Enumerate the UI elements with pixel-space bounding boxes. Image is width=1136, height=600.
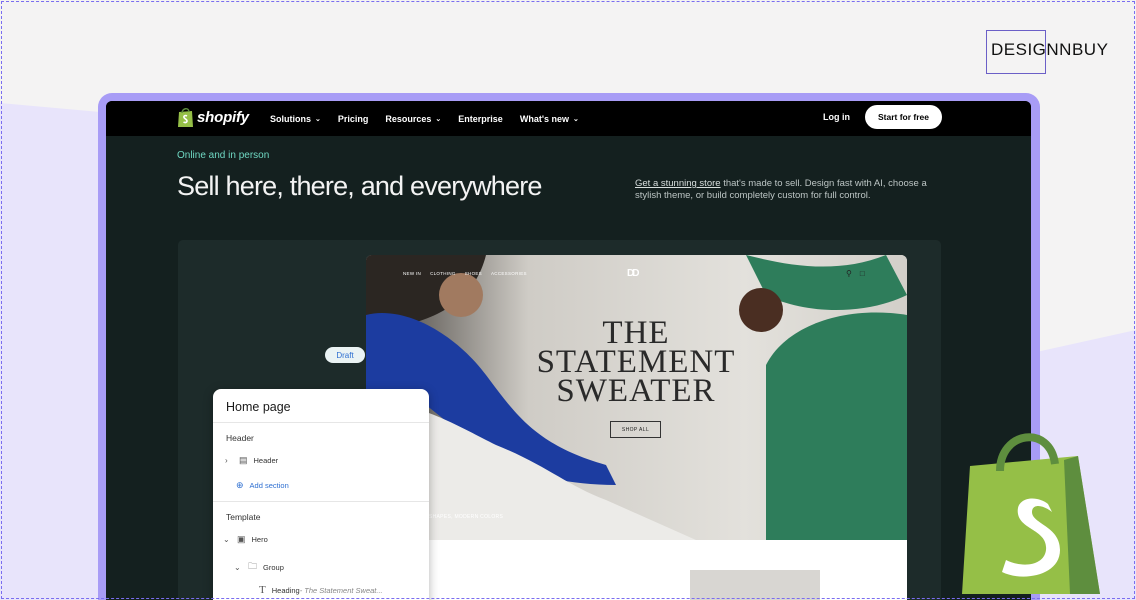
- plus-circle-icon: ⊕: [236, 480, 244, 490]
- section-label-template: Template: [226, 512, 261, 522]
- tree-item-label: Heading: [271, 585, 300, 595]
- tree-item-label: Group: [263, 562, 284, 572]
- divider: [213, 501, 429, 502]
- nav-solutions[interactable]: Solutions ⌄: [270, 114, 321, 124]
- header-layout-icon: ▤: [239, 455, 248, 465]
- text-icon: T: [259, 584, 266, 596]
- store-preview: NEW IN CLOTHING SHOES ACCESSORIES DD ⚲ □…: [366, 255, 907, 600]
- tree-item-hero[interactable]: ⌄ ▣ Hero: [223, 534, 268, 545]
- brand-name: DESIGNNBUY: [991, 40, 1109, 59]
- shopify-wordmark: shopify: [197, 108, 249, 126]
- store-logo[interactable]: DD: [627, 268, 640, 279]
- cart-icon[interactable]: □: [860, 269, 865, 278]
- shopify-bag-icon: [962, 433, 1100, 594]
- nav-enterprise[interactable]: Enterprise: [458, 114, 503, 124]
- draft-badge: Draft: [325, 347, 365, 363]
- store-nav-new-in[interactable]: NEW IN: [403, 271, 421, 276]
- hero-eyebrow: Online and in person: [177, 150, 270, 161]
- search-icon[interactable]: ⚲: [846, 269, 852, 278]
- product-thumbnail: [690, 570, 820, 600]
- store-nav-accessories[interactable]: ACCESSORIES: [491, 271, 527, 276]
- chevron-down-icon: ⌄: [572, 115, 579, 123]
- tree-item-label: Header: [253, 456, 279, 465]
- nav-links: Solutions ⌄ Pricing Resources ⌄ Enterpri…: [270, 101, 579, 136]
- store-headline: THE STATEMENT SWEATER: [531, 317, 741, 409]
- add-section-button[interactable]: ⊕ Add section: [236, 480, 289, 491]
- tree-item-value: - The Statement Sweat...: [299, 585, 383, 595]
- nav-solutions-label: Solutions: [270, 113, 311, 124]
- tree-item-heading[interactable]: T Heading - The Statement Sweat...: [259, 584, 383, 596]
- store-nav: NEW IN CLOTHING SHOES ACCESSORIES: [403, 271, 527, 276]
- section-label-header: Header: [226, 433, 254, 443]
- nav-enterprise-label: Enterprise: [458, 113, 503, 124]
- hero-title: Sell here, there, and everywhere: [177, 171, 542, 201]
- chevron-right-icon[interactable]: ›: [225, 456, 233, 465]
- shopify-logo[interactable]: shopify: [177, 106, 249, 128]
- hero-description: Get a stunning store that's made to sell…: [635, 178, 945, 202]
- tree-item-label: Hero: [251, 535, 268, 544]
- designnbuy-logo: DESIGNNBUY: [986, 30, 1108, 74]
- store-icons: ⚲ □: [846, 269, 865, 278]
- tree-item-group[interactable]: ⌄ 🗀 Group: [234, 559, 284, 575]
- tree-item-header[interactable]: › ▤ Header: [225, 455, 278, 466]
- chevron-down-icon[interactable]: ⌄: [234, 563, 242, 572]
- store-nav-clothing[interactable]: CLOTHING: [430, 271, 456, 276]
- editor-sidebar-panel: Home page Header › ▤ Header ⊕ Add sectio…: [213, 389, 429, 600]
- nav-pricing-label: Pricing: [337, 113, 369, 124]
- browser-screen: shopify Solutions ⌄ Pricing Resources ⌄ …: [106, 101, 1031, 600]
- nav-whats-new[interactable]: What's new ⌄: [520, 114, 579, 124]
- divider: [213, 422, 429, 423]
- store-caption: SHAPES, MODERN COLORS: [429, 514, 504, 520]
- shopify-bag-icon: [178, 108, 193, 127]
- panel-title: Home page: [226, 400, 291, 414]
- chevron-down-icon: ⌄: [315, 115, 321, 123]
- chevron-down-icon: ⌄: [435, 115, 442, 123]
- image-icon: ▣: [237, 534, 246, 544]
- nav-whats-new-label: What's new: [519, 113, 569, 124]
- store-headline-line: SWEATER: [556, 373, 716, 409]
- start-for-free-button[interactable]: Start for free: [865, 105, 942, 129]
- store-nav-shoes[interactable]: SHOES: [465, 271, 482, 276]
- login-link[interactable]: Log in: [823, 112, 850, 122]
- add-section-label: Add section: [249, 481, 289, 490]
- nav-pricing[interactable]: Pricing: [338, 114, 369, 124]
- chevron-down-icon[interactable]: ⌄: [223, 535, 231, 544]
- nav-resources-label: Resources: [385, 113, 432, 124]
- stunning-store-link[interactable]: Get a stunning store: [635, 178, 721, 189]
- shop-all-button[interactable]: SHOP ALL: [610, 421, 661, 438]
- nav-resources[interactable]: Resources ⌄: [385, 114, 441, 124]
- folder-icon: 🗀: [248, 561, 258, 571]
- top-navigation: shopify Solutions ⌄ Pricing Resources ⌄ …: [106, 101, 1031, 136]
